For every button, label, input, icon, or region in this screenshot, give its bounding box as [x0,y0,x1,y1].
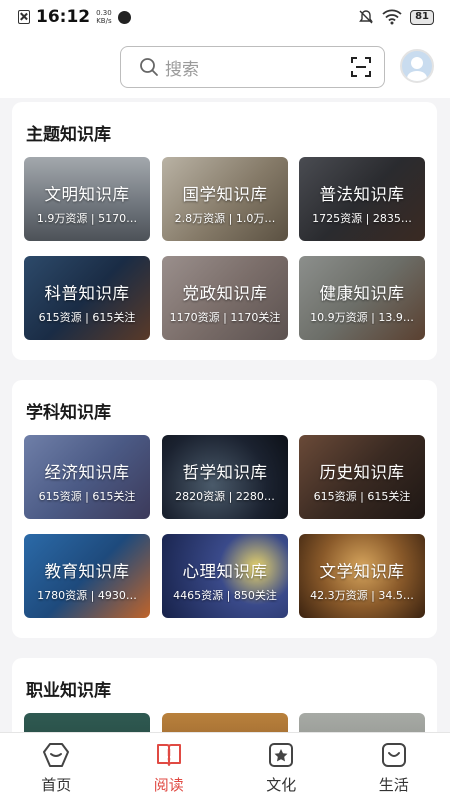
library-tile-civilization[interactable]: 文明知识库 1.9万资源 | 5170… [24,157,150,241]
network-speed-unit: KB/s [96,17,112,25]
tile-stats: 10.9万资源 | 13.9… [310,311,414,324]
life-icon [381,743,406,767]
nav-label: 阅读 [153,776,184,794]
library-tile-sinology[interactable]: 国学知识库 2.8万资源 | 1.0万… [162,157,288,241]
nav-label: 文化 [266,776,297,794]
tile-stats: 1725资源 | 2835… [312,212,412,225]
scan-icon[interactable] [350,56,372,78]
network-speed: 0.30 KB/s [96,9,112,25]
nav-home[interactable]: 首页 [0,733,113,800]
library-tile-education[interactable]: 教育知识库 1780资源 | 4930… [24,534,150,618]
home-icon [43,743,70,767]
search-placeholder: 搜索 [165,59,199,80]
culture-icon [269,743,294,767]
user-avatar-icon [407,57,427,81]
library-tile-psychology[interactable]: 心理知识库 4465资源 | 850关注 [162,534,288,618]
status-bar: 16:12 0.30 KB/s 81 [0,0,450,34]
tile-stats: 4465资源 | 850关注 [173,589,277,602]
tile-stats: 1780资源 | 4930… [37,589,137,602]
tile-stats: 1.9万资源 | 5170… [36,212,138,225]
library-tile-science[interactable]: 科普知识库 615资源 | 615关注 [24,256,150,340]
tile-name: 党政知识库 [182,284,268,303]
tile-name: 哲学知识库 [182,463,268,482]
tile-name: 经济知识库 [44,463,130,482]
tile-stats: 615资源 | 615关注 [38,311,136,324]
tile-name: 教育知识库 [44,562,130,581]
avatar[interactable] [400,49,434,83]
library-tile-history[interactable]: 历史知识库 615资源 | 615关注 [299,435,425,519]
tile-name: 文学知识库 [319,562,405,581]
tile-stats: 615资源 | 615关注 [38,490,136,503]
section-title: 职业知识库 [26,681,111,701]
tile-name: 普法知识库 [319,185,405,204]
section-title: 学科知识库 [26,403,111,423]
tile-name: 健康知识库 [319,284,405,303]
bottom-nav: 首页 阅读 文化 生活 [0,732,450,800]
nav-culture[interactable]: 文化 [225,733,338,800]
nav-read[interactable]: 阅读 [113,733,226,800]
library-tile-economics[interactable]: 经济知识库 615资源 | 615关注 [24,435,150,519]
library-tile-party[interactable]: 党政知识库 1170资源 | 1170关注 [162,256,288,340]
tile-name: 心理知识库 [182,562,268,581]
search-input[interactable]: 搜索 [120,46,385,88]
nav-label: 首页 [41,776,72,794]
tile-stats: 2.8万资源 | 1.0万… [174,212,276,225]
nav-life[interactable]: 生活 [338,733,450,800]
tile-stats: 2820资源 | 2280… [175,490,275,503]
tile-name: 文明知识库 [44,185,130,204]
tile-name: 历史知识库 [319,463,405,482]
section-title: 主题知识库 [26,125,111,145]
book-icon [156,744,181,766]
status-time: 16:12 [36,7,91,27]
mute-icon [359,10,373,24]
tile-name: 科普知识库 [44,284,130,303]
top-header: 搜索 [0,34,450,98]
wifi-icon [382,9,402,25]
battery-indicator: 81 [410,9,434,25]
theme-library-section: 主题知识库 文明知识库 1.9万资源 | 5170… 国学知识库 2.8万资源 … [12,102,437,360]
tile-name: 国学知识库 [182,185,268,204]
subject-library-section: 学科知识库 经济知识库 615资源 | 615关注 哲学知识库 2820资源 |… [12,380,437,638]
nav-label: 生活 [378,776,409,794]
network-speed-value: 0.30 [96,9,112,17]
tile-stats: 615资源 | 615关注 [313,490,411,503]
search-icon [140,58,158,76]
library-tile-law[interactable]: 普法知识库 1725资源 | 2835… [299,157,425,241]
app-status-icon [117,10,131,24]
library-tile-literature[interactable]: 文学知识库 42.3万资源 | 34.5… [299,534,425,618]
library-tile-health[interactable]: 健康知识库 10.9万资源 | 13.9… [299,256,425,340]
notification-icon [18,10,30,24]
tile-stats: 42.3万资源 | 34.5… [310,589,414,602]
tile-stats: 1170资源 | 1170关注 [169,311,281,324]
library-tile-philosophy[interactable]: 哲学知识库 2820资源 | 2280… [162,435,288,519]
